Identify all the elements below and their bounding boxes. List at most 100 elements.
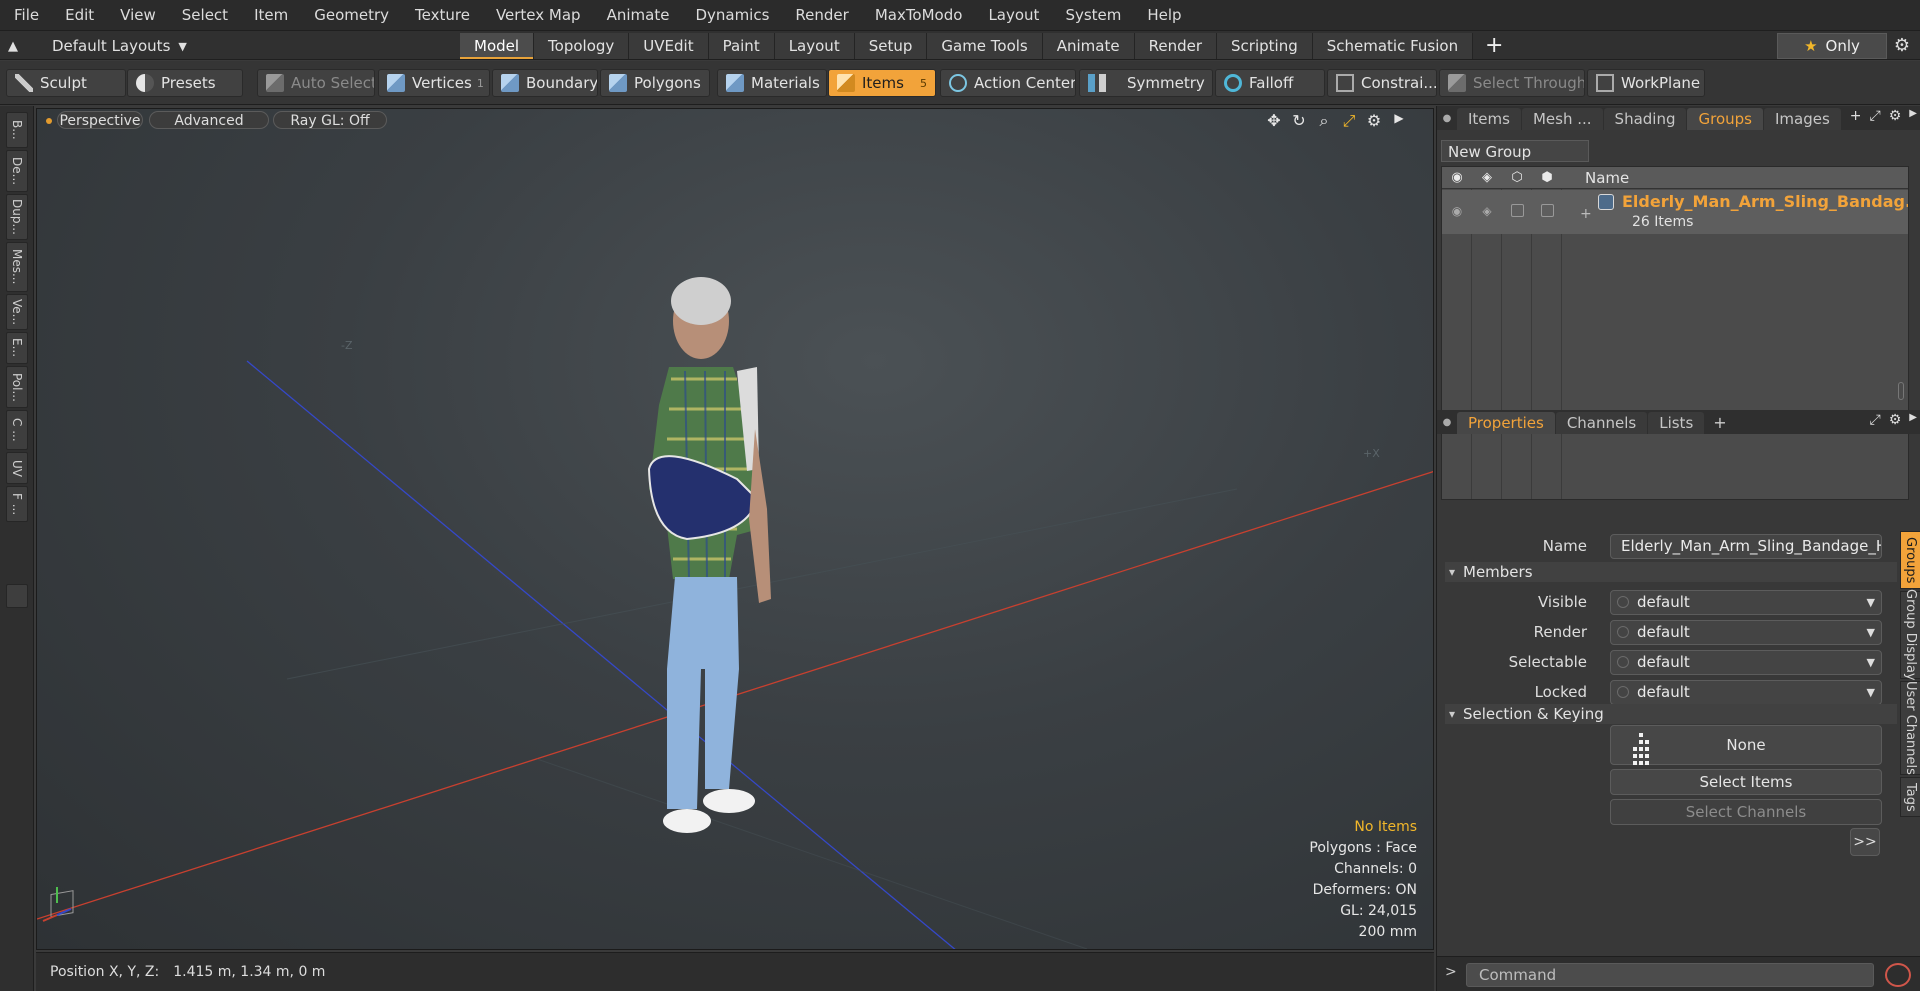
menu-view[interactable]: View [106, 0, 168, 30]
workplane-button[interactable]: WorkPlane [1587, 69, 1705, 97]
tab-render[interactable]: Render [1134, 33, 1218, 59]
row-lock-toggle[interactable] [1532, 204, 1562, 220]
left-tab-extra[interactable] [6, 584, 28, 608]
eye-icon[interactable]: ◉ [1442, 170, 1472, 185]
left-tab-deform[interactable]: De... [6, 150, 28, 192]
channel-dot-icon[interactable] [1617, 656, 1629, 668]
maximize-icon[interactable]: ⤢ [1340, 111, 1358, 131]
render-select[interactable]: default ▼ [1610, 620, 1882, 645]
menu-dynamics[interactable]: Dynamics [681, 0, 781, 30]
group-row[interactable]: ◉ ◈ + Elderly_Man_Arm_Sling_Bandag... 26… [1442, 190, 1908, 234]
selectable-select[interactable]: default ▼ [1610, 650, 1882, 675]
tab-paint[interactable]: Paint [708, 33, 775, 59]
items-button[interactable]: Items 5 [828, 69, 936, 97]
select-channels-button[interactable]: Select Channels [1610, 799, 1882, 825]
panel-gear-icon[interactable]: ⚙ [1889, 108, 1902, 124]
left-tab-polygon[interactable]: Pol... [6, 366, 28, 408]
menu-select[interactable]: Select [168, 0, 240, 30]
command-chevron-icon[interactable]: > [1445, 964, 1457, 980]
vertices-button[interactable]: Vertices 1 [378, 69, 490, 97]
expand-icon[interactable]: ⤢ [1870, 412, 1881, 428]
play-arrow-icon[interactable]: ▶ [1390, 111, 1408, 131]
menu-vertex-map[interactable]: Vertex Map [482, 0, 593, 30]
menu-geometry[interactable]: Geometry [300, 0, 401, 30]
perspective-dropdown[interactable]: Perspective [57, 111, 143, 129]
add-tab-icon[interactable]: + [1713, 413, 1726, 432]
left-tab-edge[interactable]: E... [6, 332, 28, 364]
tab-lists[interactable]: Lists [1648, 412, 1705, 434]
falloff-button[interactable]: Falloff [1215, 69, 1325, 97]
scroll-handle[interactable] [1898, 382, 1904, 400]
layout-dropdown[interactable]: ▲ Default Layouts ▼ [8, 31, 187, 61]
tab-setup[interactable]: Setup [854, 33, 928, 59]
viewport-gear-icon[interactable]: ⚙ [1365, 111, 1383, 131]
tab-animate[interactable]: Animate [1042, 33, 1135, 59]
sidetab-group-display[interactable]: Group Display [1900, 589, 1920, 681]
more-button[interactable]: >> [1850, 828, 1880, 856]
tab-layout[interactable]: Layout [774, 33, 855, 59]
left-tab-uv[interactable]: UV [6, 452, 28, 484]
select-through-button[interactable]: Select Through [1439, 69, 1585, 97]
add-tab-icon[interactable]: + [1485, 31, 1503, 61]
viewport-menu-dot[interactable] [46, 118, 52, 124]
sidetab-tags[interactable]: Tags [1900, 777, 1920, 817]
lock-cube-icon[interactable]: ⬢ [1532, 170, 1562, 185]
menu-layout[interactable]: Layout [974, 0, 1051, 30]
zoom-icon[interactable]: ⌕ [1315, 111, 1333, 131]
left-tab-vertex[interactable]: Ve... [6, 294, 28, 330]
row-select-toggle[interactable] [1502, 204, 1532, 220]
panel-dot-icon[interactable]: ● [1437, 113, 1457, 124]
presets-button[interactable]: Presets [127, 69, 243, 97]
sculpt-button[interactable]: Sculpt [6, 69, 126, 97]
keying-none-button[interactable]: None [1610, 725, 1882, 765]
select-items-button[interactable]: Select Items [1610, 769, 1882, 795]
tab-channels[interactable]: Channels [1555, 412, 1648, 434]
sidetab-groups[interactable]: Groups [1900, 531, 1920, 589]
viewport-3d[interactable]: -Z +X Perspective Advanced Ray GL: Off ✥… [36, 108, 1434, 950]
menu-file[interactable]: File [0, 0, 51, 30]
menu-maxtomodo[interactable]: MaxToModo [861, 0, 975, 30]
tab-shading[interactable]: Shading [1603, 108, 1687, 130]
shading-mode-dropdown[interactable]: Advanced [149, 111, 269, 129]
gear-icon[interactable]: ⚙ [1887, 31, 1917, 61]
left-tab-curve[interactable]: C ... [6, 410, 28, 450]
panel-dot-icon[interactable]: ● [1437, 417, 1457, 428]
tab-groups[interactable]: Groups [1687, 108, 1763, 130]
tab-properties[interactable]: Properties [1457, 412, 1555, 434]
left-tab-mesh[interactable]: Mes... [6, 242, 28, 292]
visible-select[interactable]: default ▼ [1610, 590, 1882, 615]
tab-schematic-fusion[interactable]: Schematic Fusion [1312, 33, 1474, 59]
panel-arrow-icon[interactable]: ▶ [1909, 412, 1917, 428]
column-name[interactable]: Name [1585, 167, 1629, 189]
tab-game-tools[interactable]: Game Tools [927, 33, 1043, 59]
tab-items[interactable]: Items [1457, 108, 1521, 130]
new-group-button[interactable]: New Group [1441, 140, 1589, 162]
menu-edit[interactable]: Edit [51, 0, 106, 30]
row-visibility-icon[interactable]: ◉ [1442, 204, 1472, 218]
menu-render[interactable]: Render [781, 0, 860, 30]
channel-dot-icon[interactable] [1617, 686, 1629, 698]
select-cube-icon[interactable]: ⬡ [1502, 170, 1532, 185]
add-panel-icon[interactable]: + [1850, 108, 1862, 124]
tab-topology[interactable]: Topology [534, 33, 630, 59]
rotate-icon[interactable]: ↻ [1290, 111, 1308, 131]
action-center-button[interactable]: Action Center [940, 69, 1076, 97]
menu-system[interactable]: System [1051, 0, 1133, 30]
render-icon[interactable]: ◈ [1472, 170, 1502, 185]
constraints-button[interactable]: Constrai... [1327, 69, 1437, 97]
locked-select[interactable]: default ▼ [1610, 680, 1882, 705]
expand-group-icon[interactable]: + [1580, 206, 1592, 222]
tab-uvedit[interactable]: UVEdit [629, 33, 709, 59]
boundary-button[interactable]: Boundary [492, 69, 598, 97]
menu-item[interactable]: Item [240, 0, 300, 30]
character-model[interactable] [647, 277, 771, 833]
panel-arrow-icon[interactable]: ▶ [1909, 108, 1917, 124]
left-tab-fusion[interactable]: F ... [6, 486, 28, 522]
raygl-toggle[interactable]: Ray GL: Off [273, 111, 387, 129]
left-tab-duplicate[interactable]: Dup... [6, 194, 28, 240]
panel-gear-icon[interactable]: ⚙ [1889, 412, 1902, 428]
menu-texture[interactable]: Texture [401, 0, 482, 30]
tab-images[interactable]: Images [1763, 108, 1841, 130]
expand-icon[interactable]: ⤢ [1870, 108, 1881, 124]
sidetab-user-channels[interactable]: User Channels [1900, 681, 1920, 775]
